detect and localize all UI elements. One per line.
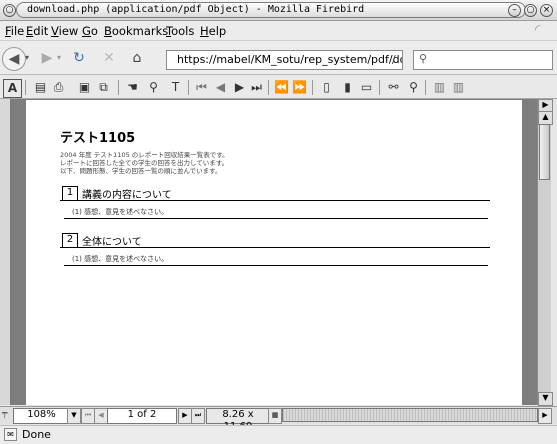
document-title: テスト1105	[60, 131, 136, 146]
bookmark-panel-gutter[interactable]	[0, 99, 11, 405]
statusbar: ✉ Done	[0, 425, 557, 444]
menu-bookmarks[interactable]: Bookmarks	[104, 24, 168, 38]
last-page-icon[interactable]: ⏭	[248, 79, 265, 96]
scroll-down-icon[interactable]: ▼	[538, 392, 553, 406]
close-icon[interactable]: ×	[540, 4, 553, 17]
search-icon: ⚲	[419, 52, 428, 65]
article-icon[interactable]: ▥	[431, 79, 448, 96]
throbber-icon: ◜	[535, 22, 541, 38]
copy-icon[interactable]: ⧉	[95, 79, 112, 96]
save-icon[interactable]: ▤	[32, 79, 49, 96]
menu-view[interactable]: View	[51, 24, 78, 38]
zoom-field[interactable]: 108%	[13, 408, 70, 424]
section-number: 2	[62, 233, 78, 248]
window-title: download.php (application/pdf Object) - …	[16, 2, 526, 18]
fit-page-icon[interactable]: ▮	[339, 79, 356, 96]
previous-page-icon[interactable]: ◀	[212, 79, 229, 96]
menu-tools[interactable]: Tools	[166, 24, 194, 38]
go-forward-view-icon[interactable]: ⏩	[291, 79, 308, 96]
pdf-toolbar: A ▤ ⎙ ▣ ⧉ ☚ ⚲ T ⏮ ◀ ▶ ⏭ ⏪ ⏩ ▯ ▮ ▭ ⚯ ⚲ ▥ …	[0, 76, 557, 99]
intro-line: 以下、問題形態、学生の回答一覧の順に並んでいます。	[60, 167, 222, 175]
reload-icon[interactable]: ↻	[68, 47, 90, 69]
page-size-field: 8.26 x 11.69	[206, 408, 270, 432]
back-icon[interactable]: ◀	[2, 47, 26, 71]
menu-help[interactable]: Help	[200, 24, 226, 38]
window-menu-icon[interactable]: ○	[3, 4, 16, 17]
forward-icon[interactable]: ▶	[36, 47, 58, 69]
menu-file[interactable]: File	[5, 24, 24, 38]
first-page-button[interactable]: ⏮	[81, 408, 95, 424]
previous-page-button[interactable]: ◀	[94, 408, 108, 424]
section-number: 1	[62, 186, 78, 201]
stop-icon[interactable]: ✕	[98, 47, 120, 69]
question-text: (1) 感想、意見を述べなさい。	[72, 255, 169, 263]
zoom-tool-icon[interactable]: ⚲	[145, 79, 162, 96]
actual-size-icon[interactable]: ▯	[318, 79, 335, 96]
forward-dropdown-icon[interactable]: ▾	[57, 53, 61, 62]
menubar: File Edit View Go Bookmarks Tools Help ◜	[0, 21, 557, 41]
home-icon[interactable]: ⌂	[126, 47, 148, 69]
section-rule	[60, 247, 490, 248]
zoom-dropdown-icon[interactable]: ▼	[67, 408, 81, 424]
search-input[interactable]: ⚲	[413, 50, 553, 70]
bookmark-toggle-icon[interactable]: ┯	[2, 409, 7, 419]
article-next-icon[interactable]: ▥	[450, 79, 467, 96]
print-icon[interactable]: ⎙	[50, 79, 67, 96]
scroll-up-icon[interactable]: ▲	[538, 111, 553, 125]
scroll-right-icon[interactable]: ▶	[538, 408, 552, 424]
fit-width-icon[interactable]: ▭	[358, 79, 375, 96]
last-page-button[interactable]: ⏭	[191, 408, 205, 424]
acrobat-logo-icon[interactable]: A	[3, 79, 22, 98]
vertical-scroll-thumb[interactable]	[539, 124, 550, 180]
page-proxy-icon[interactable]: ∕	[392, 52, 401, 67]
next-page-button[interactable]: ▶	[178, 408, 192, 424]
question-rule	[64, 265, 488, 266]
menu-go[interactable]: Go	[82, 24, 98, 38]
horizontal-scrollbar[interactable]	[282, 408, 538, 422]
minimize-icon[interactable]: –	[508, 4, 521, 17]
thumbnails-icon[interactable]: ▣	[76, 79, 93, 96]
menu-edit[interactable]: Edit	[26, 24, 48, 38]
page-number-field[interactable]: 1 of 2	[107, 408, 177, 424]
section-title: 講義の内容について	[82, 190, 172, 201]
next-page-icon[interactable]: ▶	[231, 79, 248, 96]
back-dropdown-icon[interactable]: ▾	[25, 53, 29, 62]
question-rule	[64, 218, 488, 219]
maximize-icon[interactable]: ○	[524, 4, 537, 17]
go-back-view-icon[interactable]: ⏪	[273, 79, 290, 96]
search-text-icon[interactable]: ⚲	[405, 79, 422, 96]
page-size-icon[interactable]: ▦	[268, 408, 282, 424]
section-rule	[60, 200, 490, 201]
question-text: (1) 感想、意見を述べなさい。	[72, 208, 169, 216]
url-input[interactable]: https://mabel/KM_sotu/rep_system/pdf/dow…	[166, 50, 403, 70]
status-text: Done	[22, 428, 51, 441]
section-title: 全体について	[82, 237, 142, 248]
text-select-icon[interactable]: T	[167, 79, 184, 96]
security-icon[interactable]: ✉	[4, 428, 17, 441]
find-icon[interactable]: ⚯	[385, 79, 402, 96]
first-page-icon[interactable]: ⏮	[193, 79, 210, 96]
hand-tool-icon[interactable]: ☚	[124, 79, 141, 96]
